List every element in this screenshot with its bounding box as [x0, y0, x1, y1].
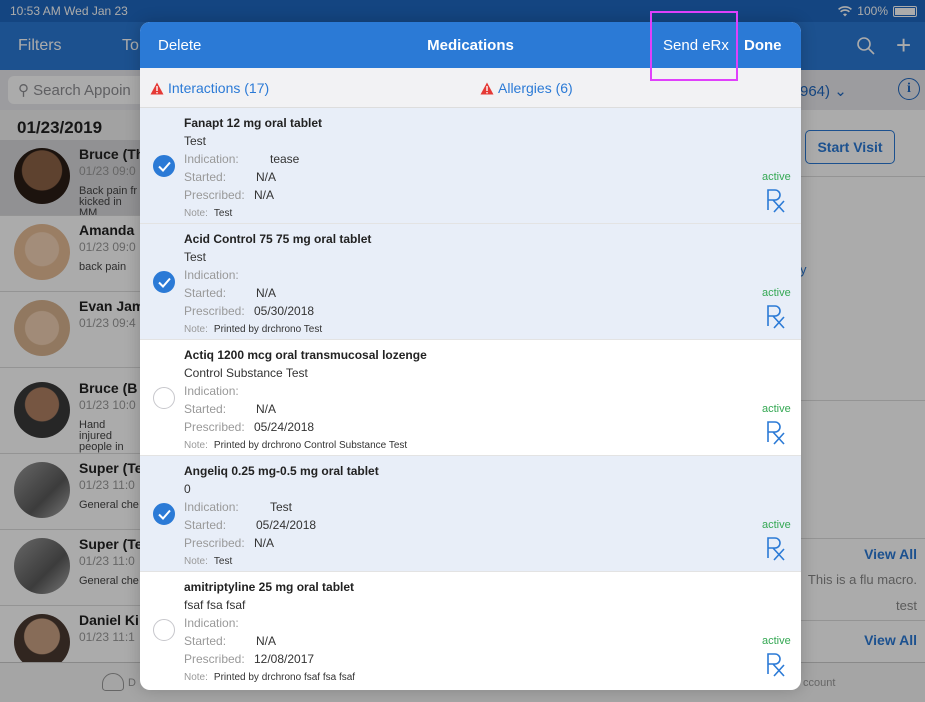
medication-row[interactable]: Actiq 1200 mcg oral transmucosal lozenge… [140, 340, 801, 456]
medication-started: Started: N/A [184, 170, 276, 184]
status-badge: active [762, 171, 791, 183]
note-value: Test [213, 208, 233, 219]
note-label: Note: [184, 672, 208, 683]
rx-icon[interactable] [765, 304, 787, 330]
medication-indication: Indication: [184, 616, 270, 630]
medication-subtitle: Test [184, 134, 207, 148]
medication-name: Fanapt 12 mg oral tablet [184, 116, 323, 130]
medication-indication: Indication: tease [184, 152, 299, 166]
prescribed-label: Prescribed: [184, 420, 245, 434]
medication-subtitle: Test [184, 250, 207, 264]
medication-prescribed: Prescribed: 05/30/2018 [184, 304, 314, 318]
checkmark-icon[interactable] [153, 503, 175, 525]
medication-note: Note: Printed by drchrono Test [184, 324, 322, 335]
indication-value: Test [270, 500, 293, 514]
note-value: Printed by drchrono Control Substance Te… [213, 440, 408, 451]
medication-name: Angeliq 0.25 mg-0.5 mg oral tablet [184, 464, 379, 478]
rx-icon[interactable] [765, 652, 787, 678]
allergies-link[interactable]: Allergies (6) [480, 80, 573, 96]
checkmark-icon[interactable] [153, 271, 175, 293]
medication-row[interactable]: Angeliq 0.25 mg-0.5 mg oral tablet 0 Ind… [140, 456, 801, 572]
note-value: Test [213, 556, 233, 567]
medication-started: Started: N/A [184, 402, 276, 416]
started-value: N/A [256, 170, 277, 184]
status-badge: active [762, 519, 791, 531]
note-label: Note: [184, 208, 208, 219]
medication-note: Note: Test [184, 208, 232, 219]
medication-subtitle: 0 [184, 482, 191, 496]
started-value: N/A [256, 402, 277, 416]
prescribed-value: N/A [254, 536, 275, 550]
medication-subtitle: Control Substance Test [184, 366, 308, 380]
started-label: Started: [184, 402, 227, 416]
indication-value: tease [270, 152, 300, 166]
medication-started: Started: 05/24/2018 [184, 518, 316, 532]
medication-started: Started: N/A [184, 634, 276, 648]
rx-icon[interactable] [765, 188, 787, 214]
indication-label: Indication: [184, 616, 239, 630]
interactions-label: Interactions (17) [168, 80, 270, 96]
medication-row[interactable]: Fanapt 12 mg oral tablet Test Indication… [140, 108, 801, 224]
note-value: Printed by drchrono Test [213, 324, 323, 335]
warning-icon [150, 82, 164, 94]
medication-prescribed: Prescribed: 05/24/2018 [184, 420, 314, 434]
prescribed-value: 12/08/2017 [254, 652, 315, 666]
status-badge: active [762, 403, 791, 415]
started-value: N/A [256, 634, 277, 648]
warning-icon [480, 82, 494, 94]
prescribed-value: 05/24/2018 [254, 420, 315, 434]
indication-label: Indication: [184, 268, 239, 282]
note-label: Note: [184, 324, 208, 335]
rx-icon[interactable] [765, 420, 787, 446]
medication-indication: Indication: Test [184, 500, 292, 514]
medication-note: Note: Printed by drchrono Control Substan… [184, 440, 407, 451]
medication-name: Acid Control 75 75 mg oral tablet [184, 232, 372, 246]
prescribed-label: Prescribed: [184, 304, 245, 318]
medication-indication: Indication: [184, 268, 270, 282]
medication-note: Note: Printed by drchrono fsaf fsa fsaf [184, 672, 355, 683]
started-label: Started: [184, 634, 227, 648]
medication-subtitle: fsaf fsa fsaf [184, 598, 246, 612]
allergies-label: Allergies (6) [498, 80, 573, 96]
started-label: Started: [184, 518, 227, 532]
status-badge: active [762, 635, 791, 647]
note-label: Note: [184, 440, 208, 451]
interactions-link[interactable]: Interactions (17) [150, 80, 269, 96]
medication-row[interactable]: Acid Control 75 75 mg oral tablet Test I… [140, 224, 801, 340]
done-button[interactable]: Done [744, 37, 782, 54]
medications-modal: Delete Medications Send eRx Done Interac… [140, 22, 801, 690]
checkmark-icon[interactable] [153, 619, 175, 641]
status-badge: active [762, 287, 791, 299]
checkmark-icon[interactable] [153, 387, 175, 409]
started-value: 05/24/2018 [256, 518, 317, 532]
started-label: Started: [184, 286, 227, 300]
checkmark-icon[interactable] [153, 155, 175, 177]
started-label: Started: [184, 170, 227, 184]
medication-row[interactable]: amitriptyline 25 mg oral tablet fsaf fsa… [140, 572, 801, 688]
medication-prescribed: Prescribed: N/A [184, 188, 274, 202]
prescribed-label: Prescribed: [184, 652, 245, 666]
rx-icon[interactable] [765, 536, 787, 562]
medication-prescribed: Prescribed: N/A [184, 536, 274, 550]
medication-prescribed: Prescribed: 12/08/2017 [184, 652, 314, 666]
prescribed-label: Prescribed: [184, 188, 245, 202]
note-value: Printed by drchrono fsaf fsa fsaf [213, 672, 356, 683]
prescribed-value: N/A [254, 188, 275, 202]
indication-label: Indication: [184, 500, 239, 514]
prescribed-label: Prescribed: [184, 536, 245, 550]
started-value: N/A [256, 286, 277, 300]
medication-name: Actiq 1200 mcg oral transmucosal lozenge [184, 348, 427, 362]
medication-indication: Indication: [184, 384, 270, 398]
highlight-box [650, 11, 738, 81]
medication-note: Note: Test [184, 556, 232, 567]
note-label: Note: [184, 556, 208, 567]
medication-name: amitriptyline 25 mg oral tablet [184, 580, 355, 594]
indication-label: Indication: [184, 384, 239, 398]
indication-label: Indication: [184, 152, 239, 166]
medication-started: Started: N/A [184, 286, 276, 300]
prescribed-value: 05/30/2018 [254, 304, 315, 318]
